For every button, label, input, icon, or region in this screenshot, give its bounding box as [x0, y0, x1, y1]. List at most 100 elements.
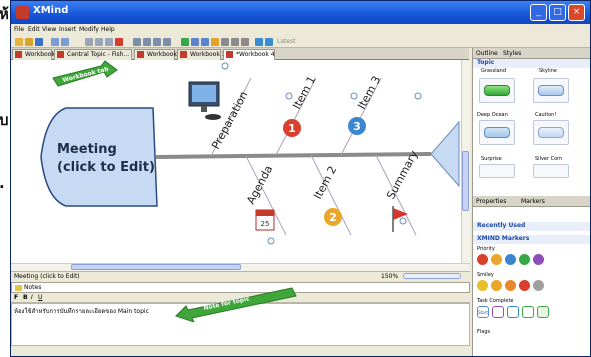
latest-label[interactable]: Latest — [277, 38, 296, 45]
task-three-quarter-icon[interactable] — [522, 306, 534, 318]
delete-icon[interactable] — [115, 38, 123, 46]
insert-parent-icon[interactable] — [153, 38, 161, 46]
zoom-level[interactable]: 150% — [381, 273, 398, 280]
expand-icon — [285, 92, 293, 100]
title-bar[interactable]: XMind _ □ × — [11, 1, 590, 24]
open-icon[interactable] — [25, 38, 33, 46]
style-grassland[interactable] — [479, 78, 515, 103]
priority-3-marker-icon[interactable] — [505, 254, 516, 265]
italic-button[interactable]: I — [31, 294, 33, 301]
tab-workbook-4[interactable]: *Workbook 4 — [223, 49, 275, 60]
paste-icon[interactable] — [105, 38, 113, 46]
task-group-label: Task Complete — [477, 298, 514, 304]
smiley-angry-icon[interactable] — [505, 280, 516, 291]
menu-insert[interactable]: Insert — [59, 26, 76, 33]
workbook-icon — [15, 51, 22, 58]
branch-label-agenda[interactable]: Agenda — [244, 163, 275, 206]
menu-view[interactable]: View — [42, 26, 56, 33]
priority-4-marker-icon[interactable] — [519, 254, 530, 265]
boundary-icon[interactable] — [191, 38, 199, 46]
smiley-laugh-icon[interactable] — [491, 280, 502, 291]
priority-5-marker-icon[interactable] — [533, 254, 544, 265]
copy-icon[interactable] — [95, 38, 103, 46]
maximize-button[interactable]: □ — [549, 4, 566, 21]
priority-3-number: 3 — [353, 120, 361, 133]
attachment-icon[interactable] — [241, 38, 249, 46]
close-button[interactable]: × — [568, 4, 585, 21]
zoom-slider[interactable] — [403, 273, 461, 279]
style-skyline[interactable] — [533, 78, 569, 103]
notes-title[interactable]: Notes — [24, 284, 41, 291]
task-half-icon[interactable] — [507, 306, 519, 318]
task-start-icon[interactable]: Start — [477, 306, 489, 318]
style-deep-ocean[interactable] — [479, 120, 515, 145]
monitor-stand — [201, 106, 207, 112]
smiley-surprise-icon[interactable] — [533, 280, 544, 291]
new-icon[interactable] — [15, 38, 23, 46]
task-done-icon[interactable] — [537, 306, 549, 318]
tab-workbook-3[interactable]: Workbook 3 — [177, 49, 226, 60]
bold-button[interactable]: B — [23, 294, 28, 301]
style-silver-corn[interactable] — [533, 164, 569, 178]
insert-topic-icon[interactable] — [133, 38, 141, 46]
tab-styles[interactable]: Styles — [503, 50, 521, 57]
callout-workbook-tab-text: Workbook tab — [62, 66, 110, 84]
tab-workbook-2[interactable]: Workbook 2 — [134, 49, 183, 60]
menu-edit[interactable]: Edit — [28, 26, 40, 33]
redo-icon[interactable] — [61, 38, 69, 46]
tab-markers[interactable]: Markers — [521, 198, 545, 205]
window-title: XMind — [33, 5, 69, 16]
central-topic-line1[interactable]: Meeting — [57, 142, 117, 157]
branch-label-item-3[interactable]: Item 3 — [355, 74, 383, 111]
central-topic-shape[interactable] — [40, 107, 158, 207]
image-icon[interactable] — [221, 38, 229, 46]
xmind-markers-label: XMIND Markers — [477, 235, 530, 242]
cut-icon[interactable] — [85, 38, 93, 46]
font-button[interactable]: F — [14, 294, 18, 301]
style-surprise[interactable] — [479, 164, 515, 178]
insert-subtopic-icon[interactable] — [143, 38, 151, 46]
priority-1-marker-icon[interactable] — [477, 254, 488, 265]
menu-modify[interactable]: Modify — [79, 26, 99, 33]
tab-central-topic[interactable]: Central Topic - Fish... — [54, 49, 132, 60]
relationship-icon[interactable] — [181, 38, 189, 46]
drill-down-icon[interactable] — [255, 38, 263, 46]
xmind-markers-section[interactable]: XMIND Markers — [473, 235, 590, 244]
workbook-icon — [137, 51, 144, 58]
recently-used-section[interactable]: Recently Used — [473, 222, 590, 231]
tab-outline[interactable]: Outline — [476, 50, 498, 57]
priority-2-number: 2 — [329, 211, 337, 224]
priority-2-marker-icon[interactable] — [491, 254, 502, 265]
style-label-caution: Caution! — [535, 112, 557, 118]
branch-label-item-1[interactable]: Item 1 — [290, 74, 318, 111]
style-caution[interactable] — [533, 120, 569, 145]
central-topic-line2[interactable]: (click to Edit) — [57, 160, 155, 175]
task-quarter-icon[interactable] — [492, 306, 504, 318]
marker-icon[interactable] — [211, 38, 219, 46]
hyperlink-icon[interactable] — [231, 38, 239, 46]
notes-editor[interactable]: ห้องใช้สำหรับการบันทึกรายละเอียดของ Main… — [11, 287, 470, 346]
monitor-screen — [192, 85, 216, 102]
priority-1-number: 1 — [288, 122, 296, 135]
tab-workbook-1[interactable]: Workbook 1 — [12, 49, 61, 60]
underline-button[interactable]: U — [38, 294, 42, 301]
summary-icon[interactable] — [201, 38, 209, 46]
save-icon[interactable] — [35, 38, 43, 46]
topic-section-header[interactable]: Topic — [473, 59, 590, 68]
smiley-cry-icon[interactable] — [519, 280, 530, 291]
insert-floating-icon[interactable] — [163, 38, 171, 46]
menu-help[interactable]: Help — [101, 26, 115, 33]
notes-icon — [15, 285, 22, 291]
minimize-button[interactable]: _ — [530, 4, 547, 21]
drill-up-icon[interactable] — [265, 38, 273, 46]
smiley-smile-icon[interactable] — [477, 280, 488, 291]
horizontal-scroll-thumb[interactable] — [71, 264, 241, 270]
undo-icon[interactable] — [51, 38, 59, 46]
mindmap-canvas[interactable]: 1 3 2 25 Preparation Item 1 Item 3 Agend… — [11, 60, 461, 263]
tab-properties[interactable]: Properties — [476, 198, 506, 205]
main-toolbar: Latest — [11, 36, 590, 48]
menu-file[interactable]: File — [14, 26, 24, 33]
branch-label-item-2[interactable]: Item 2 — [311, 164, 339, 201]
fishbone-diagram: 1 3 2 25 Preparation Item 1 Item 3 Agend… — [40, 60, 460, 245]
vertical-scroll-thumb[interactable] — [462, 151, 469, 211]
